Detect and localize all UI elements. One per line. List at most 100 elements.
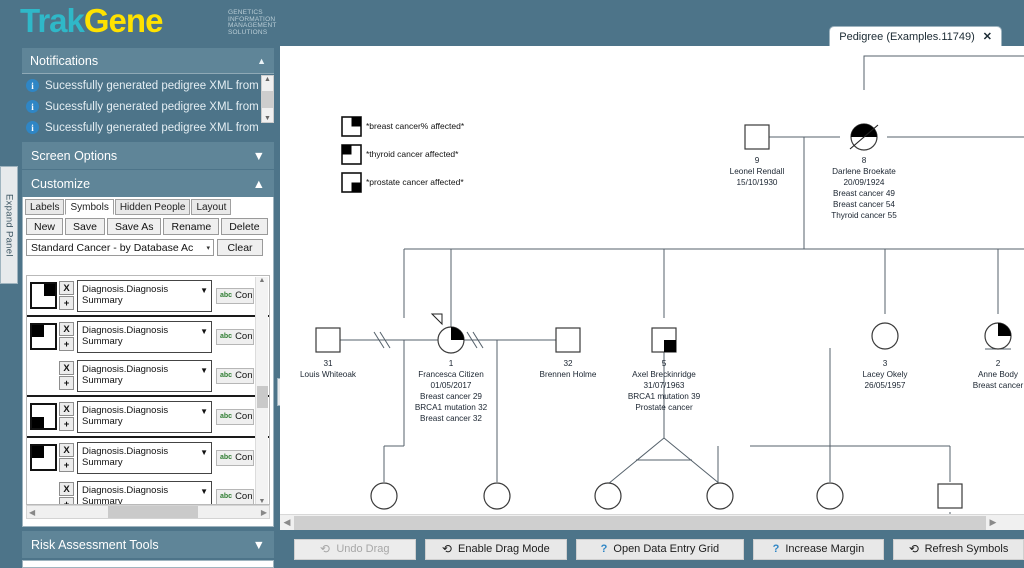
tab-symbols[interactable]: Symbols	[65, 199, 114, 215]
notification-item[interactable]: i Sucessfully generated pedigree XML fro…	[22, 75, 274, 96]
scroll-down-icon[interactable]: ▼	[264, 115, 271, 122]
scroll-up-icon[interactable]: ▲	[264, 76, 271, 83]
remove-rule-button[interactable]: X	[59, 443, 74, 457]
remove-rule-button[interactable]: X	[59, 361, 74, 375]
person-47[interactable]: 47	[706, 482, 734, 514]
rename-button[interactable]: Rename	[163, 218, 220, 235]
person-darlene-broekate[interactable]: 8 Darlene Broekate 20/09/1924 Breast can…	[831, 123, 897, 220]
customize-panel-header[interactable]: Customize ▲	[22, 170, 274, 197]
tab-layout[interactable]: Layout	[191, 199, 232, 215]
condition-label: Con	[235, 491, 253, 502]
person-francesca-citizen[interactable]: 1 Francesca Citizen 01/05/2017 Breast ca…	[415, 313, 488, 423]
remove-rule-button[interactable]: X	[59, 402, 74, 416]
clear-button[interactable]: Clear	[217, 239, 263, 256]
person-lacey-okely[interactable]: 3 Lacey Okely 26/05/1957	[862, 322, 908, 390]
scrollbar-thumb[interactable]	[108, 506, 198, 518]
undo-drag-button[interactable]: ⟳ Undo Drag	[294, 538, 416, 560]
condition-button[interactable]: abc Con	[216, 287, 254, 304]
chevron-down-icon[interactable]: ▼	[253, 149, 265, 163]
symbol-list-scrollbar[interactable]: ▲ ▼	[255, 277, 268, 504]
new-button[interactable]: New	[26, 218, 64, 235]
symbol-swatch-top-left[interactable]	[30, 323, 57, 350]
scrollbar-thumb[interactable]	[256, 386, 268, 408]
chevron-down-icon[interactable]: ▾	[206, 244, 210, 252]
scroll-right-icon[interactable]: ▶	[261, 508, 267, 517]
field-select[interactable]: Diagnosis.Diagnosis Summary ▼	[77, 441, 212, 474]
field-select[interactable]: Diagnosis.Diagnosis Summary ▼	[77, 320, 212, 353]
chevron-down-icon[interactable]: ▼	[200, 365, 208, 376]
tab-hidden-people[interactable]: Hidden People	[114, 199, 191, 215]
person-anne-body[interactable]: 2 Anne Body Breast cancer	[973, 322, 1024, 390]
add-rule-button[interactable]: +	[59, 417, 74, 431]
remove-rule-button[interactable]: X	[59, 281, 74, 295]
person-axel-breckinridge[interactable]: 5 Axel Breckinridge 31/07/1963 BRCA1 mut…	[628, 327, 701, 412]
person-joe-haire[interactable]: 17 Joe Haire 27/01/1990	[930, 483, 971, 514]
notification-item[interactable]: i Sucessfully generated pedigree XML fro…	[22, 117, 274, 138]
person-brennen-holme[interactable]: 32 Brennen Holme	[540, 327, 597, 379]
scroll-down-icon[interactable]: ▼	[259, 498, 266, 504]
preset-select[interactable]: Standard Cancer - by Database Ac ▾	[26, 239, 214, 256]
condition-button[interactable]: abc Con	[216, 408, 254, 425]
scroll-right-icon[interactable]: ▶	[986, 517, 1000, 528]
person-deborah-kaczmar[interactable]: 15 Deborah Kaczmar 06/05/1985	[351, 482, 417, 514]
add-rule-button[interactable]: +	[59, 296, 74, 310]
field-select[interactable]: Diagnosis.Diagnosis Summary ▼	[77, 359, 212, 392]
remove-rule-button[interactable]: X	[59, 482, 74, 496]
save-as-button[interactable]: Save As	[106, 218, 162, 235]
notification-item[interactable]: i Sucessfully generated pedigree XML fro…	[22, 96, 274, 117]
add-rule-button[interactable]: +	[59, 337, 74, 351]
risk-assessment-panel-header[interactable]: Risk Assessment Tools ▼	[22, 531, 274, 558]
chevron-down-icon[interactable]: ▼	[200, 285, 208, 296]
scroll-left-icon[interactable]: ◀	[29, 508, 35, 517]
save-button[interactable]: Save	[65, 218, 105, 235]
notifications-scrollbar[interactable]: ▲ ▼	[261, 75, 274, 123]
person-louis-whiteoak[interactable]: 31 Louis Whiteoak	[300, 327, 357, 379]
scrollbar-thumb[interactable]	[262, 90, 273, 108]
add-rule-button[interactable]: +	[59, 497, 74, 504]
chevron-down-icon[interactable]: ▼	[200, 447, 208, 458]
tab-label: Labels	[30, 201, 60, 213]
symbol-list-hscrollbar[interactable]: ◀ ▶	[26, 505, 270, 519]
field-select[interactable]: Diagnosis.Diagnosis Summary ▼	[77, 480, 212, 504]
chevron-up-icon[interactable]: ▲	[257, 56, 266, 66]
notifications-header[interactable]: Notifications ▲	[22, 48, 274, 74]
close-icon[interactable]: ✕	[983, 30, 992, 43]
person-karina-gillies[interactable]: 14 Karina Gillies 03/05/1991	[473, 482, 521, 514]
condition-button[interactable]: abc Con	[216, 367, 254, 384]
field-select[interactable]: Diagnosis.Diagnosis Summary ▼	[77, 400, 212, 433]
person-extra: Breast cancer 49	[833, 189, 895, 198]
remove-rule-button[interactable]: X	[59, 322, 74, 336]
add-rule-button[interactable]: +	[59, 376, 74, 390]
scroll-up-icon[interactable]: ▲	[259, 277, 266, 284]
field-select[interactable]: Diagnosis.Diagnosis Summary ▼	[77, 279, 212, 312]
person-leonel-rendall[interactable]: 9 Leonel Rendall 15/10/1930	[730, 124, 785, 187]
expand-panel-tab[interactable]: Expand Panel	[0, 166, 18, 284]
scrollbar-thumb[interactable]	[294, 515, 986, 530]
chevron-down-icon[interactable]: ▼	[200, 326, 208, 337]
enable-drag-mode-button[interactable]: ⟳ Enable Drag Mode	[424, 538, 567, 560]
symbol-swatch-bottom-left[interactable]	[30, 403, 57, 430]
add-rule-button[interactable]: +	[59, 458, 74, 472]
chevron-up-icon[interactable]: ▲	[253, 177, 265, 191]
scroll-left-icon[interactable]: ◀	[280, 517, 294, 528]
tab-labels[interactable]: Labels	[25, 199, 65, 215]
delete-button[interactable]: Delete	[221, 218, 268, 235]
condition-button[interactable]: abc Con	[216, 449, 254, 466]
person-savanah-van[interactable]: 16 Savanah Van 08/03/1986	[806, 482, 855, 514]
condition-button[interactable]: abc Con	[216, 328, 254, 345]
open-data-entry-grid-button[interactable]: ? Open Data Entry Grid	[575, 538, 744, 560]
chevron-down-icon[interactable]: ▼	[200, 406, 208, 417]
increase-margin-button[interactable]: ? Increase Margin	[752, 538, 884, 560]
refresh-symbols-button[interactable]: ⟳ Refresh Symbols	[892, 538, 1024, 560]
condition-button[interactable]: abc Con	[216, 488, 254, 504]
symbol-swatch-top-left[interactable]	[30, 444, 57, 471]
person-amani-steed[interactable]: 22 Amani Steed 05/12/1989	[585, 482, 632, 514]
pedigree-canvas[interactable]: *breast cancer% affected* *thyroid cance…	[280, 46, 1024, 514]
chevron-down-icon[interactable]: ▼	[200, 486, 208, 497]
canvas-hscrollbar[interactable]: ◀ ▶	[280, 514, 1024, 530]
row-actions: X +	[59, 322, 74, 351]
symbol-swatch-top-right[interactable]	[30, 282, 57, 309]
screen-options-panel[interactable]: Screen Options ▼	[22, 142, 274, 169]
chevron-down-icon[interactable]: ▼	[253, 538, 265, 552]
document-tab-pedigree[interactable]: Pedigree (Examples.11749) ✕	[829, 26, 1002, 46]
